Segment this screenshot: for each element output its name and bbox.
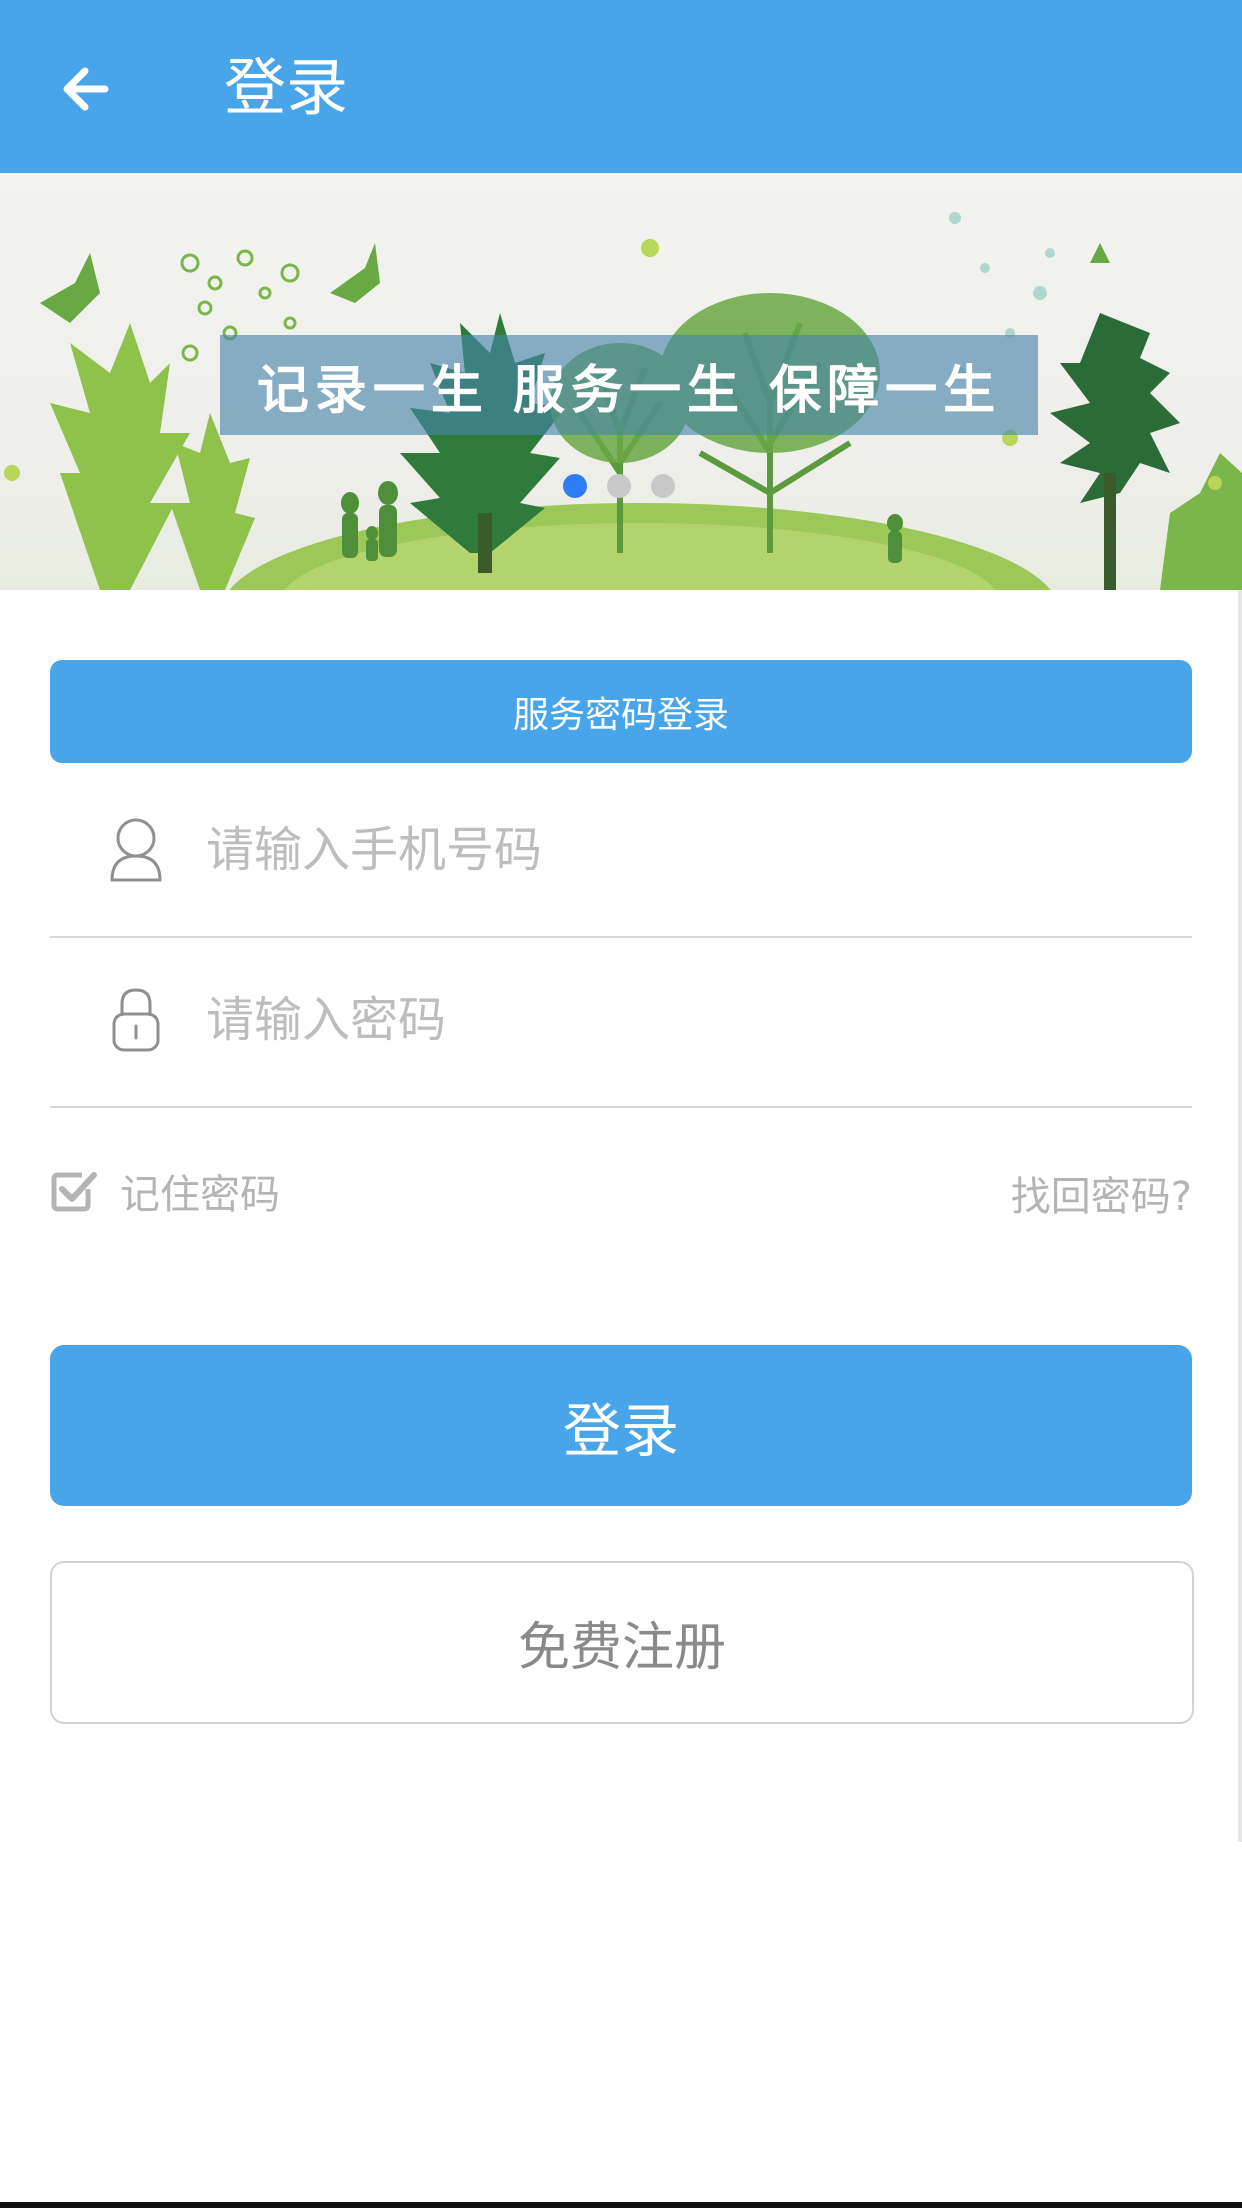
carousel-dot-3[interactable] — [651, 474, 675, 498]
lock-icon — [112, 988, 160, 1052]
carousel-indicator — [563, 474, 675, 498]
app-header: 登录 — [0, 0, 1242, 173]
arrow-left-icon — [63, 67, 109, 111]
register-button[interactable]: 免费注册 — [50, 1561, 1194, 1724]
bottom-edge — [0, 2202, 1242, 2208]
back-button[interactable] — [40, 44, 130, 134]
remember-password-label: 记住密码 — [120, 1172, 280, 1218]
banner-caption: 记录一生 服务一生 保障一生 — [220, 335, 1038, 435]
phone-input[interactable] — [206, 800, 1166, 900]
phone-field-row — [50, 766, 1192, 938]
user-icon — [110, 818, 162, 882]
password-field-row — [50, 936, 1192, 1108]
login-button[interactable]: 登录 — [50, 1345, 1192, 1506]
carousel-dot-2[interactable] — [607, 474, 631, 498]
forgot-password-link[interactable]: 找回密码? — [1011, 1164, 1192, 1222]
scrollbar-track — [1238, 590, 1242, 1842]
remember-password-checkbox[interactable]: 记住密码 — [50, 1162, 280, 1220]
checkbox-checked-icon — [51, 1172, 97, 1212]
banner-carousel[interactable]: 记录一生 服务一生 保障一生 — [0, 173, 1242, 590]
password-input[interactable] — [206, 970, 1166, 1070]
service-password-login-tab[interactable]: 服务密码登录 — [50, 660, 1192, 763]
carousel-dot-1[interactable] — [563, 474, 587, 498]
page-title: 登录 — [224, 51, 349, 124]
